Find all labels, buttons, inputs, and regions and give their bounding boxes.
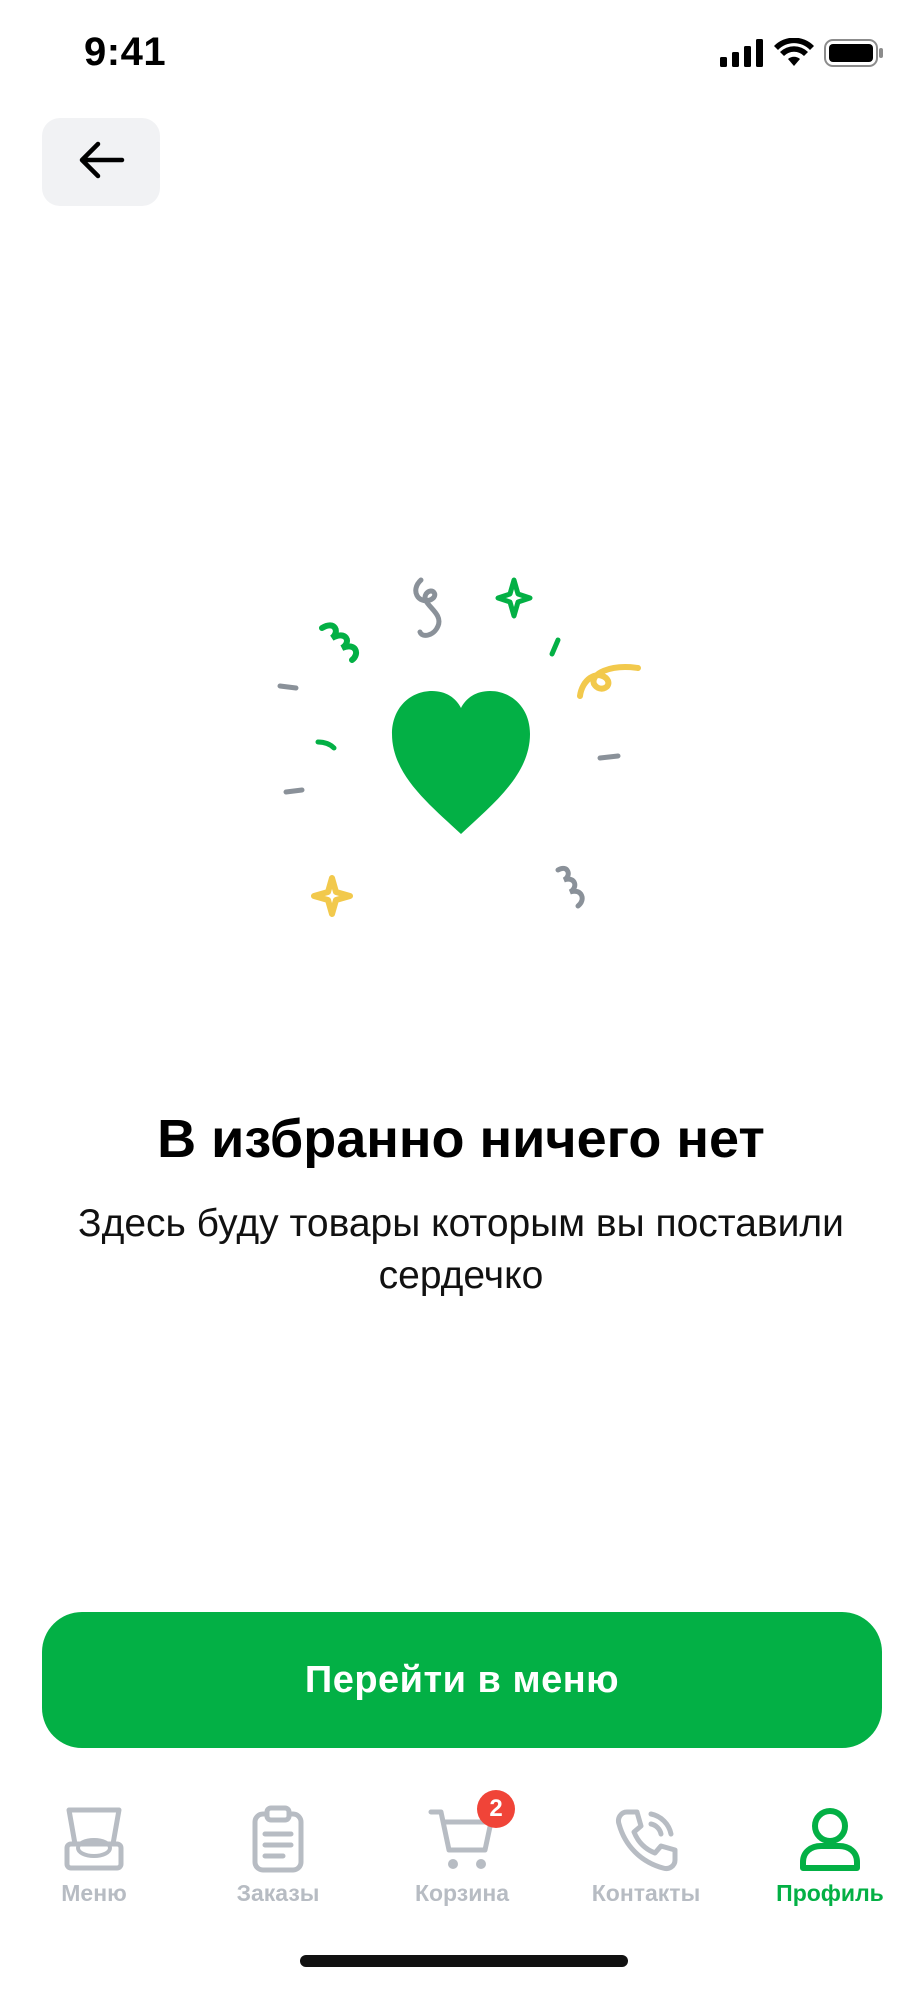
- status-time: 9:41: [84, 30, 167, 74]
- status-icons: [720, 37, 884, 73]
- wifi-icon: [774, 37, 814, 73]
- go-to-menu-button[interactable]: Перейти в меню: [42, 1612, 882, 1748]
- tab-cart-label: Корзина: [414, 1880, 510, 1906]
- tab-contacts-label: Контакты: [591, 1880, 701, 1906]
- tab-orders[interactable]: Заказы: [186, 1790, 370, 1920]
- tab-menu-label: Меню: [61, 1880, 127, 1906]
- phone-icon: [611, 1804, 681, 1874]
- back-button[interactable]: [42, 118, 160, 206]
- tab-contacts[interactable]: Контакты: [554, 1790, 738, 1920]
- confetti-graphic: [277, 577, 641, 917]
- empty-favorites-illustration: [260, 560, 660, 920]
- tab-profile[interactable]: Профиль: [738, 1790, 922, 1920]
- cart-icon: 2: [427, 1790, 515, 1874]
- tab-menu[interactable]: Меню: [2, 1790, 186, 1920]
- home-indicator: [300, 1955, 628, 1967]
- clipboard-icon: [243, 1804, 313, 1874]
- tab-cart[interactable]: 2 Корзина: [370, 1790, 554, 1920]
- arrow-left-icon: [76, 140, 126, 185]
- cart-badge: 2: [477, 1790, 515, 1828]
- profile-icon: [795, 1804, 865, 1874]
- battery-icon: [824, 38, 884, 73]
- empty-state-title: В избранно ничего нет: [157, 1109, 765, 1169]
- pizza-box-icon: [59, 1804, 129, 1874]
- empty-state-subtitle: Здесь буду товары которым вы поставили с…: [78, 1202, 844, 1297]
- status-bar: 9:41: [0, 0, 922, 110]
- tab-orders-label: Заказы: [236, 1880, 320, 1906]
- heart-icon: [392, 691, 530, 834]
- tab-bar: Меню Заказы 2 Корзина Контакты Профиль: [0, 1790, 922, 1920]
- tab-profile-label: Профиль: [776, 1880, 884, 1906]
- signal-icon: [720, 39, 764, 72]
